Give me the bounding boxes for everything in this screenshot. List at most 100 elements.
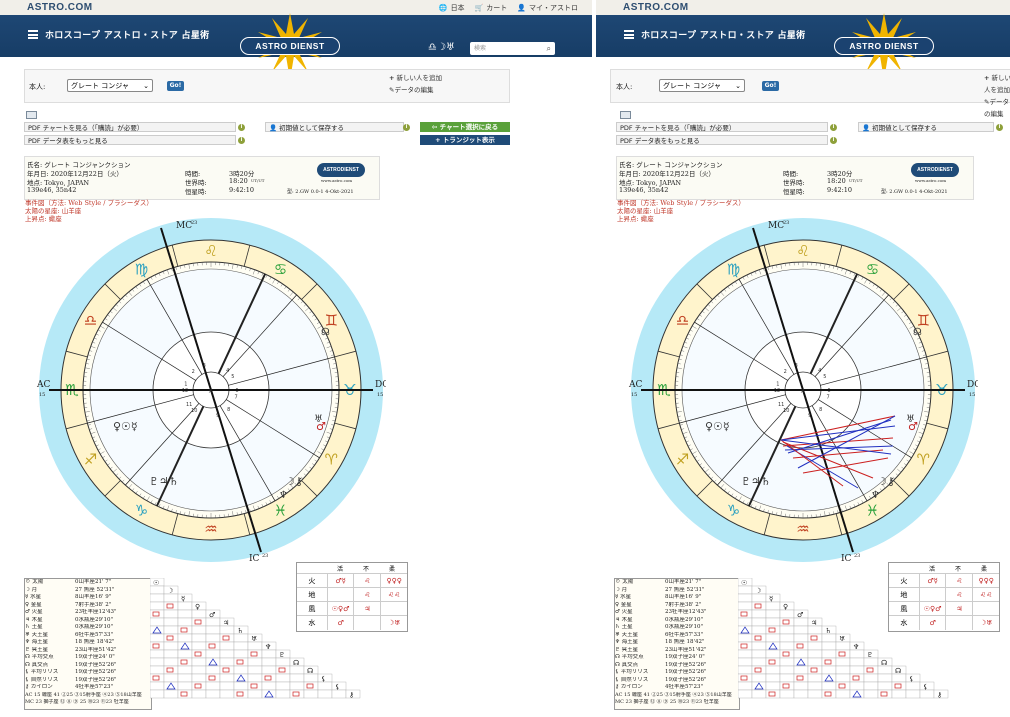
info-icon[interactable]: i xyxy=(238,137,245,144)
planet-row: ☽ 月 27 魚座 52'31" xyxy=(25,587,151,595)
planet-position: 7射手座38' 2" xyxy=(665,601,702,608)
go-button[interactable]: Go! xyxy=(762,81,779,91)
lang-link[interactable]: 🌐 日本 xyxy=(439,3,465,13)
hamburger-menu-icon[interactable] xyxy=(28,30,38,39)
cart-link[interactable]: 🛒 カート xyxy=(475,3,508,13)
planet-glyphs-left: ♀☉☿ xyxy=(705,420,730,433)
go-button[interactable]: Go! xyxy=(167,81,184,91)
back-to-chart-button[interactable]: ⇦ チャート選択に戻る xyxy=(420,122,510,132)
neptune-icon: ♆ xyxy=(871,490,880,501)
mini-logo-text: ASTRODIENST xyxy=(323,167,359,173)
planet-glyph: ⚷ xyxy=(937,691,942,699)
edit-data-link[interactable]: ✎データの編集 xyxy=(984,96,1010,120)
planet-position: 0水瓶座29'10" xyxy=(75,616,114,623)
info-icon[interactable]: i xyxy=(996,124,1003,131)
zodiac-sign-icon: ♈ xyxy=(917,451,930,469)
aspect-cell xyxy=(233,633,249,643)
aspect-cell xyxy=(205,689,221,699)
pdf-chart-link[interactable]: PDF チャートを見る（「購読」が必要） xyxy=(616,122,828,132)
planet-row: ♂ 火星 23牡羊座12'43" xyxy=(25,609,151,617)
aspect-cell xyxy=(303,689,319,699)
planet-name: ☽ 月 xyxy=(615,586,628,593)
search-icon[interactable]: ⌕ xyxy=(547,42,551,55)
aspect-cell xyxy=(738,593,753,603)
add-person-link[interactable]: + 新しい人を追加 xyxy=(389,72,442,84)
info-icon[interactable]: i xyxy=(403,124,410,131)
element-cell: ♃ xyxy=(353,602,380,616)
mail-icon[interactable] xyxy=(26,111,37,119)
mc-degree: 23 xyxy=(783,220,789,226)
planet-name: ☊ 真交点 xyxy=(25,661,49,668)
planet-name: ⚸ 平均リリス xyxy=(615,669,649,675)
planet-position: 19双子座52'26" xyxy=(75,661,117,668)
element-cell: ♌♌ xyxy=(380,588,407,602)
search-input[interactable]: 検索 ⌕ xyxy=(470,42,555,55)
back-to-chart-label: チャート選択に戻る xyxy=(439,123,499,131)
pdf-chart-link[interactable]: PDF チャートを見る（「購読」が必要） xyxy=(24,122,236,132)
person-select[interactable]: グレート コンジャ ⌄ xyxy=(67,79,153,92)
aspect-cell xyxy=(738,633,753,643)
info-icon[interactable]: i xyxy=(238,124,245,131)
aspect-cell xyxy=(835,673,851,683)
planet-glyph: ☽ xyxy=(755,587,761,595)
info-icon[interactable]: i xyxy=(830,124,837,131)
brand-link[interactable]: ASTRO.COM xyxy=(27,2,93,13)
brand-link[interactable]: ASTRO.COM xyxy=(623,2,689,13)
info-icon[interactable]: i xyxy=(830,137,837,144)
planet-position: 0水瓶座29'10" xyxy=(75,624,114,630)
planet-position: 8山羊座16' 9" xyxy=(665,594,702,600)
nav-title[interactable]: ホロスコープ アストロ・ストア 占星術 xyxy=(45,28,209,41)
element-cell: ☉♀♂ xyxy=(326,602,354,616)
aspect-cell xyxy=(177,657,193,667)
edit-data-link[interactable]: ✎データの編集 xyxy=(389,84,442,96)
zodiac-sign-icon: ♋ xyxy=(866,261,879,279)
planet-position: 18 魚座 18'42" xyxy=(75,639,115,645)
add-person-link[interactable]: + 新しい人を追加 xyxy=(984,72,1010,96)
pdf-data-link[interactable]: PDF データ表をもっと見る xyxy=(24,135,236,145)
hamburger-menu-icon[interactable] xyxy=(624,30,634,39)
planet-row: ♅ 天王星 6牡牛座57'33" xyxy=(25,632,151,640)
aspect-cell xyxy=(779,665,795,675)
planet-name: ♃ 木星 xyxy=(615,616,633,623)
planet-position: 23牡羊座12'43" xyxy=(665,609,707,615)
planet-glyph: ♀ xyxy=(195,603,200,611)
planet-row: ♂ 火星 23牡羊座12'43" xyxy=(615,609,739,617)
pdf-data-link[interactable]: PDF データ表をもっと見る xyxy=(616,135,828,145)
aspect-cell xyxy=(233,689,249,699)
planet-name: ☊ 真交点 xyxy=(615,661,639,668)
aspect-cell xyxy=(849,657,865,667)
person-select[interactable]: グレート コンジャ ⌄ xyxy=(659,79,745,92)
element-cell: ♌ xyxy=(353,574,380,588)
center-mark: × xyxy=(208,388,213,395)
coords-line: 139e46, 35n42 xyxy=(27,186,77,194)
ut-unit: UT/UT xyxy=(849,178,863,183)
aspect-cell xyxy=(849,649,865,659)
account-link[interactable]: 👤 マイ・アストロ xyxy=(517,3,578,13)
planet-name: ♆ 海王星 xyxy=(615,639,639,645)
aspect-cell xyxy=(205,633,221,643)
save-default-link[interactable]: 👤 初期値として保存する xyxy=(858,122,994,132)
aspect-cell xyxy=(863,689,879,699)
aspect-cell xyxy=(150,617,165,627)
planet-row: ☉ 太陽 0山羊座21' 7" xyxy=(615,579,739,587)
zodiac-sign-icon: ♎ xyxy=(84,312,97,330)
planet-name: ☉ 太陽 xyxy=(25,579,44,585)
aspect-cell xyxy=(247,657,263,667)
planet-name: ♀ 金星 xyxy=(25,601,42,608)
save-default-link[interactable]: 👤 初期値として保存する xyxy=(265,122,404,132)
node-icon: ☊ xyxy=(321,327,330,338)
mc-label: MC xyxy=(768,221,784,231)
house-number: 2 xyxy=(192,369,195,375)
nav-title[interactable]: ホロスコープ アストロ・ストア 占星術 xyxy=(641,28,805,41)
mail-icon[interactable] xyxy=(620,111,631,119)
element-cell xyxy=(945,616,972,630)
planet-position: 27 魚座 52'31" xyxy=(75,586,115,593)
aspect-cell xyxy=(275,681,291,691)
modality-label: 不 xyxy=(362,566,369,573)
uranus-icon: ♅ xyxy=(906,414,915,425)
transit-button[interactable]: + トランジット表示 xyxy=(420,135,510,145)
aspect-cell xyxy=(289,689,305,699)
logo-text: ASTRO DIENST xyxy=(834,37,934,55)
planet-name: ☊ 平均交点 xyxy=(615,654,644,660)
aspect-cell xyxy=(163,673,179,683)
